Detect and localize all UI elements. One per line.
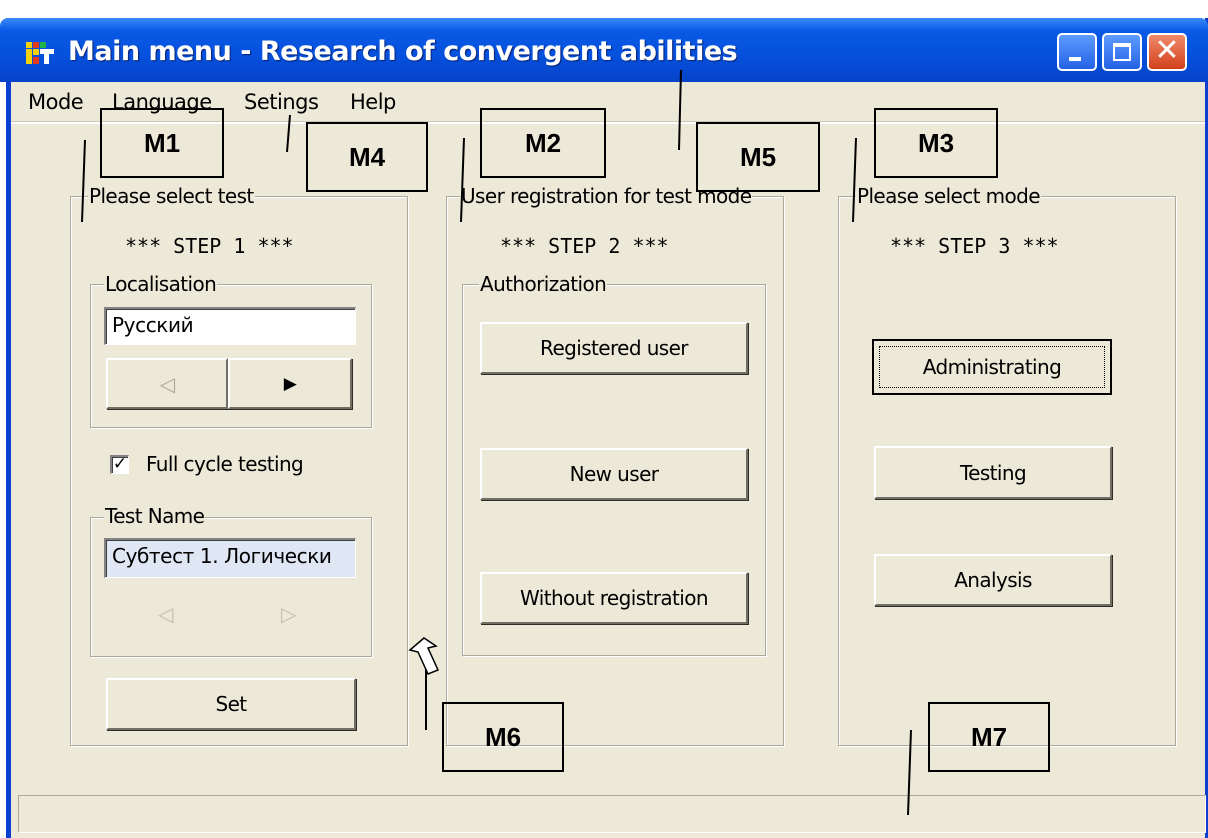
full-cycle-checkbox[interactable]: ✓ xyxy=(110,455,129,474)
test-next-icon[interactable]: ▷ xyxy=(281,602,296,626)
set-button[interactable]: Set xyxy=(106,678,356,730)
administrating-label: Administrating xyxy=(879,346,1105,388)
menu-settings[interactable]: Setings xyxy=(244,90,319,114)
maximize-icon xyxy=(1113,43,1131,61)
administrating-button[interactable]: Administrating xyxy=(872,339,1112,395)
step-1-label: *** STEP 1 *** xyxy=(125,234,294,258)
annotation-m3: M3 xyxy=(874,108,998,178)
minimize-button[interactable] xyxy=(1057,33,1097,71)
menu-mode[interactable]: Mode xyxy=(28,90,84,114)
annotation-m5: M5 xyxy=(696,122,820,192)
test-prev-icon[interactable]: ◁ xyxy=(158,602,173,626)
test-name-legend: Test Name xyxy=(104,504,206,528)
full-cycle-label[interactable]: Full cycle testing xyxy=(146,452,304,476)
status-bar xyxy=(18,795,1206,833)
localisation-legend: Localisation xyxy=(104,272,218,296)
close-icon: ✕ xyxy=(1154,33,1180,68)
new-user-button[interactable]: New user xyxy=(480,448,748,500)
select-mode-legend: Please select mode xyxy=(856,184,1041,208)
without-registration-button[interactable]: Without registration xyxy=(480,572,748,624)
annotation-m2: M2 xyxy=(480,108,606,178)
checkmark-icon: ✓ xyxy=(112,454,128,474)
app-test-icon xyxy=(26,42,54,64)
analysis-button[interactable]: Analysis xyxy=(874,554,1112,606)
annotation-m1: M1 xyxy=(100,108,224,178)
window-title: Main menu - Research of convergent abili… xyxy=(68,36,738,67)
close-button[interactable]: ✕ xyxy=(1147,33,1187,71)
step-3-label: *** STEP 3 *** xyxy=(890,234,1059,258)
arrow-right-icon: ▶ xyxy=(283,373,297,394)
maximize-button[interactable] xyxy=(1102,33,1142,71)
menu-help[interactable]: Help xyxy=(350,90,396,114)
localisation-field[interactable]: Русский xyxy=(104,307,356,345)
test-name-field[interactable]: Субтест 1. Логически xyxy=(104,538,356,578)
select-test-legend: Please select test xyxy=(88,184,255,208)
annotation-m4: M4 xyxy=(306,122,428,192)
testing-button[interactable]: Testing xyxy=(874,446,1112,499)
step-2-label: *** STEP 2 *** xyxy=(500,234,669,258)
registered-user-button[interactable]: Registered user xyxy=(480,322,748,374)
minimize-icon xyxy=(1069,57,1081,61)
localisation-next-button[interactable]: ▶ xyxy=(228,358,352,409)
annotation-m6: M6 xyxy=(442,702,564,772)
arrow-left-icon: ◁ xyxy=(159,371,175,396)
authorization-legend: Authorization xyxy=(479,272,608,296)
annotation-m7: M7 xyxy=(928,702,1050,772)
localisation-prev-button[interactable]: ◁ xyxy=(106,358,228,409)
